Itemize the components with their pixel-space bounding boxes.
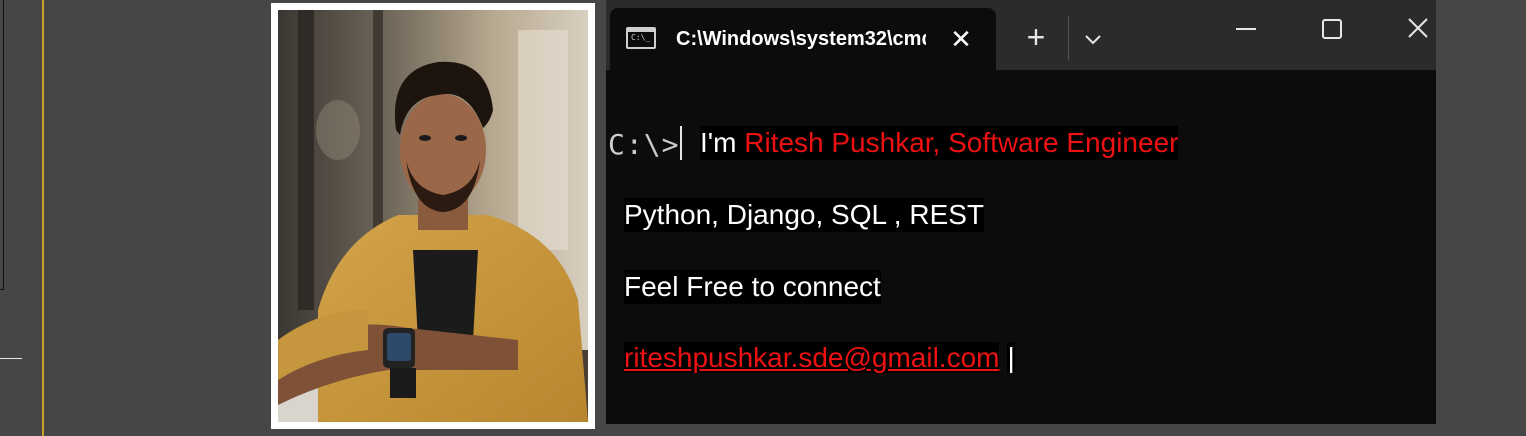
tab-title: C:\Windows\system32\cmd.exe [676, 28, 926, 50]
terminal-window: C:\_ C:\Windows\system32\cmd.exe ✕ + C:\… [606, 0, 1436, 424]
tab-cmd[interactable]: C:\_ C:\Windows\system32\cmd.exe ✕ [610, 8, 996, 70]
terminal-icon: C:\_ [626, 27, 656, 49]
maximize-icon[interactable] [1314, 14, 1350, 44]
cta-line: Feel Free to connect [624, 270, 881, 304]
terminal-body[interactable]: C:\> I'm Ritesh Pushkar, Software Engine… [606, 70, 1436, 424]
close-window-icon[interactable] [1400, 14, 1436, 44]
skills-line: Python, Django, SQL , REST [624, 198, 985, 232]
title-bar: C:\_ C:\Windows\system32\cmd.exe ✕ + [606, 0, 1436, 70]
typing-cursor: | [1007, 342, 1015, 373]
left-divider [0, 358, 22, 359]
chevron-down-icon[interactable] [1078, 24, 1108, 54]
left-window-edge [0, 0, 4, 290]
intro-text: I'm [700, 127, 745, 158]
intro-line: I'm Ritesh Pushkar, Software Engineer [700, 126, 1179, 160]
profile-photo [278, 10, 588, 422]
tab-close-icon[interactable]: ✕ [946, 24, 976, 54]
profile-photo-frame [271, 3, 595, 429]
name-role-text: Ritesh Pushkar, Software Engineer [744, 127, 1179, 158]
email-line: riteshpushkar.sde@gmail.com | [624, 341, 1015, 375]
command-prompt: C:\> [608, 128, 680, 161]
minimize-icon[interactable] [1228, 14, 1264, 44]
left-accent-line [42, 0, 44, 436]
titlebar-divider [1068, 16, 1069, 60]
desktop: C:\_ C:\Windows\system32\cmd.exe ✕ + C:\… [0, 0, 1526, 436]
email-link[interactable]: riteshpushkar.sde@gmail.com [624, 342, 1000, 373]
text-caret [680, 126, 682, 160]
new-tab-plus-icon[interactable]: + [1020, 21, 1052, 54]
